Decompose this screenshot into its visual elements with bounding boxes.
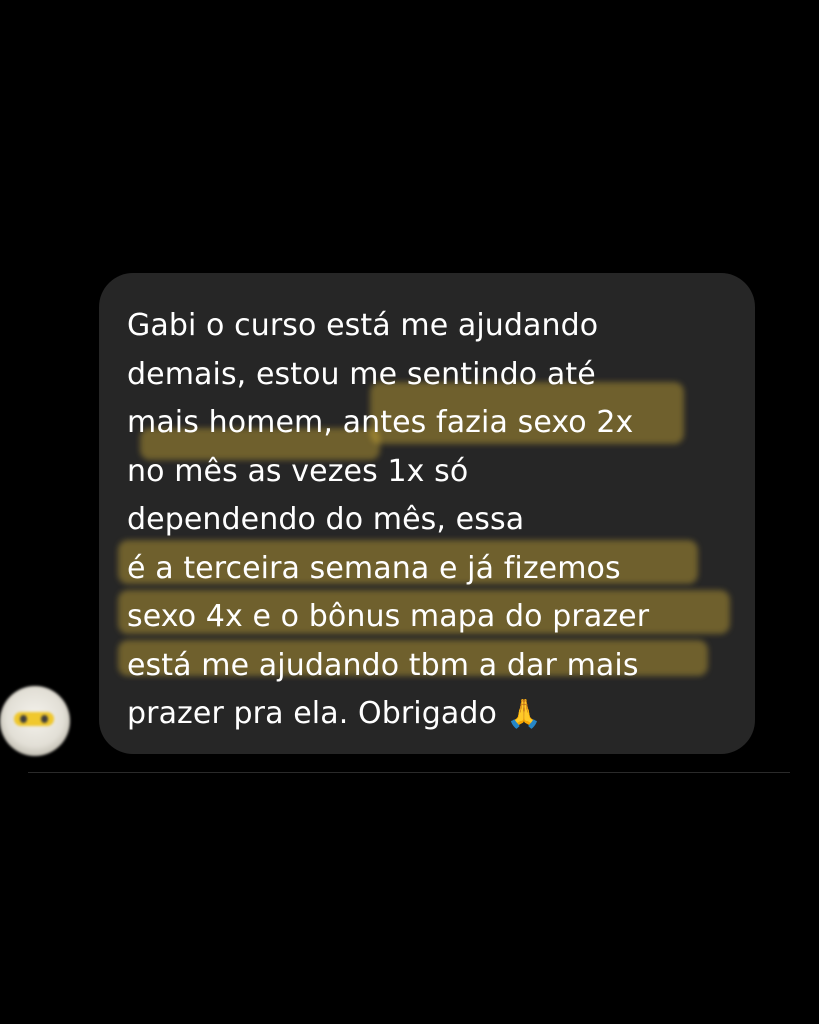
message-line: no mês as vezes 1x só (127, 453, 469, 489)
message-line: está me ajudando tbm a dar mais (127, 647, 639, 683)
avatar-icon (14, 712, 54, 726)
message-text: Gabi o curso está me ajudando demais, es… (127, 302, 737, 739)
message-line: prazer pra ela. Obrigado (127, 696, 497, 731)
sender-avatar[interactable] (0, 686, 70, 756)
divider (28, 772, 790, 773)
message-line-last: prazer pra ela. Obrigado 🙏 (127, 690, 737, 739)
message-line: é a terceira semana e já fizemos (127, 550, 621, 586)
message-line: mais homem, antes fazia sexo 2x (127, 405, 634, 440)
message-line: dependendo do mês, essa (127, 502, 525, 537)
message-thread: Gabi o curso está me ajudando demais, es… (0, 0, 819, 1024)
message-line: Gabi o curso está me ajudando (127, 308, 599, 343)
message-line: demais, estou me sentindo até (127, 356, 596, 392)
message-line: sexo 4x e o bônus mapa do prazer (127, 599, 650, 634)
praying-hands-icon: 🙏 (506, 697, 542, 730)
